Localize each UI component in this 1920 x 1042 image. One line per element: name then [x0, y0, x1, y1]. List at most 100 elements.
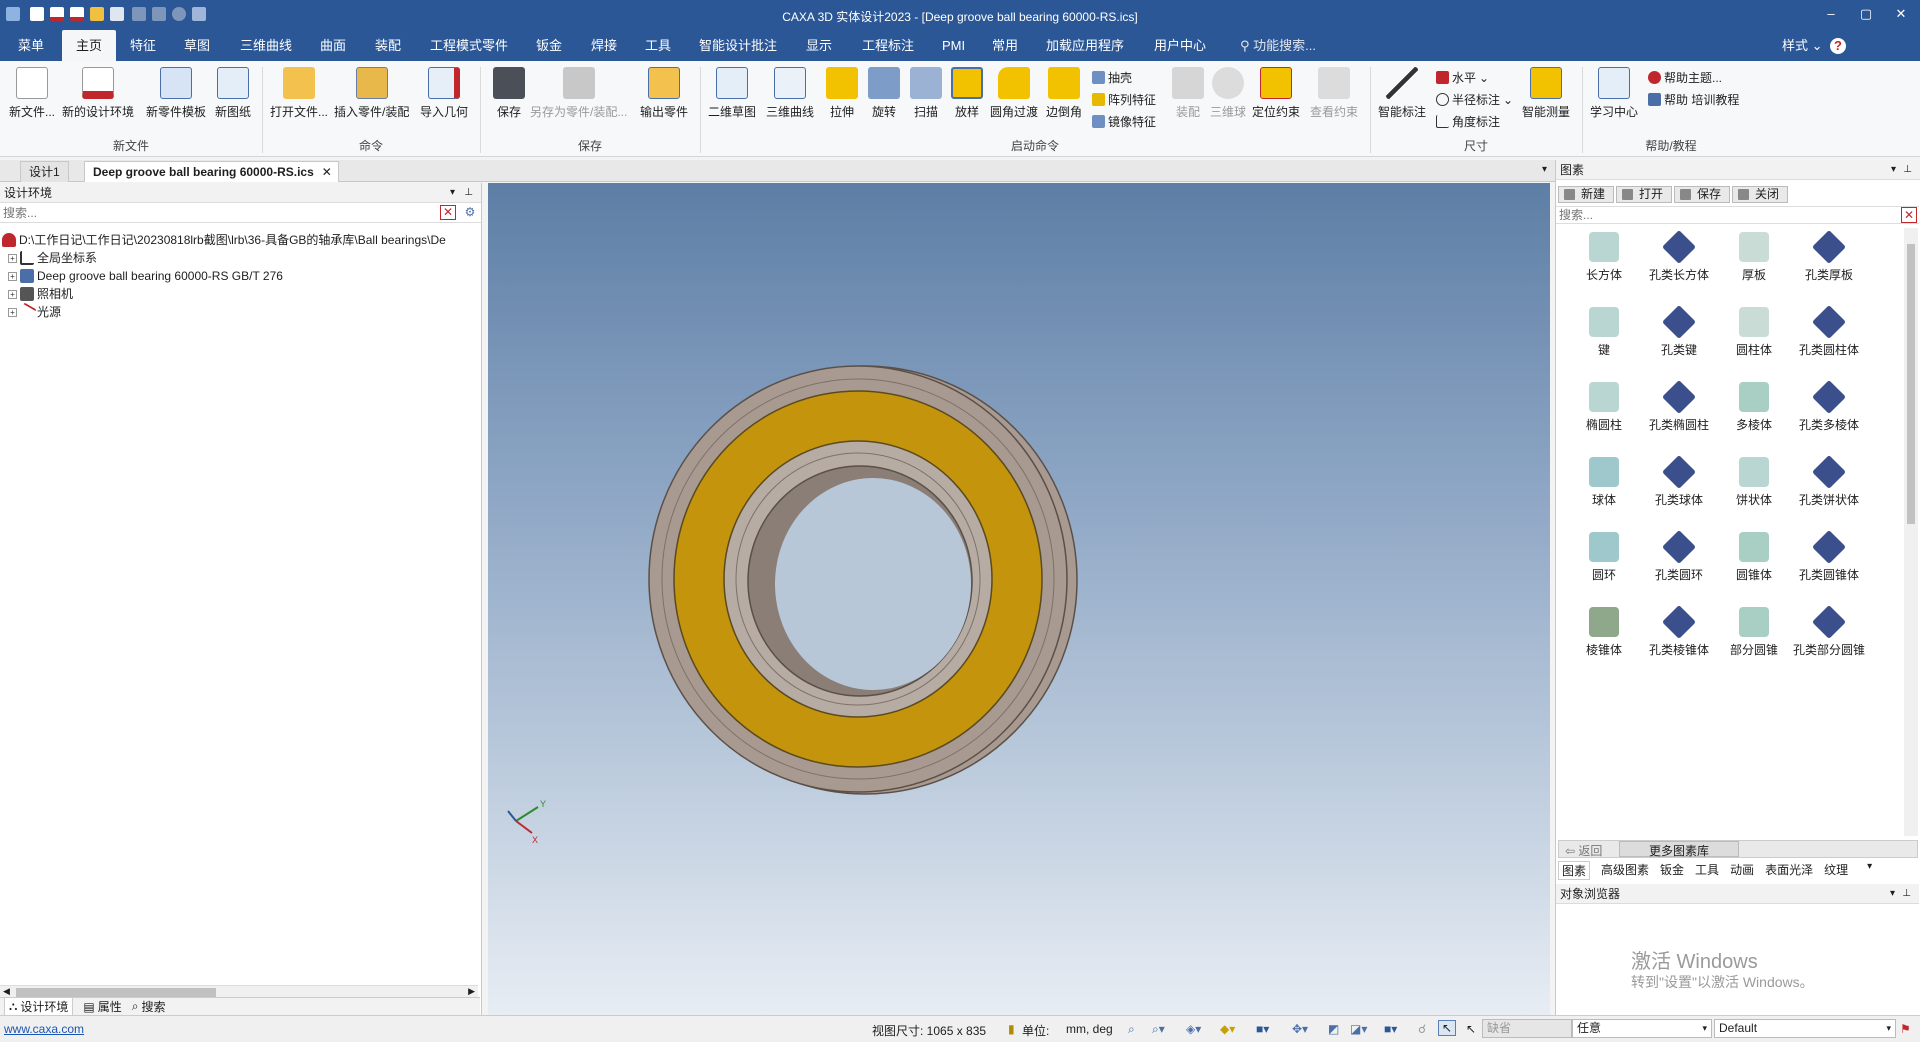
save-button[interactable]: 保存 — [493, 67, 525, 120]
doc-tab-design1[interactable]: 设计1 — [20, 161, 69, 182]
shading-icon[interactable]: ■▾ — [1384, 1022, 1397, 1036]
scroll-left-icon[interactable]: ◀ — [3, 986, 10, 997]
extrude-button[interactable]: 拉伸 — [826, 67, 858, 120]
view-constraint-button[interactable]: 查看约束 — [1310, 67, 1358, 120]
tab-sketch[interactable]: 草图 — [184, 30, 210, 61]
library-item[interactable]: 圆锥体 — [1718, 532, 1790, 583]
lib-close-button[interactable]: 关闭 — [1732, 186, 1789, 203]
lib-tab-tools[interactable]: 工具 — [1695, 861, 1719, 880]
tree-item-camera[interactable]: + 照相机 — [8, 285, 73, 303]
status-extra-icon[interactable]: ⚑ — [1900, 1022, 1911, 1036]
shell-button[interactable]: 抽壳 — [1092, 69, 1132, 86]
chamfer-button[interactable]: 边倒角 — [1046, 67, 1082, 120]
new-part-template-button[interactable]: 新零件模板 — [146, 67, 206, 120]
pan-icon[interactable]: ◆▾ — [1220, 1022, 1235, 1036]
library-item[interactable]: 部分圆锥 — [1718, 607, 1790, 658]
position-constraint-button[interactable]: 定位约束 — [1252, 67, 1300, 120]
expand-icon[interactable]: + — [8, 253, 17, 263]
expand-icon[interactable]: + — [8, 271, 17, 281]
library-scrollbar[interactable] — [1904, 228, 1918, 836]
lib-tab-animation[interactable]: 动画 — [1730, 861, 1754, 880]
help-topics-button[interactable]: 帮助主题... — [1648, 69, 1722, 86]
library-item[interactable]: 键 — [1568, 307, 1640, 358]
lib-tab-texture[interactable]: 纹理 — [1824, 861, 1848, 880]
function-search[interactable]: ⚲ 功能搜索... — [1240, 30, 1316, 61]
tab-sheet-metal[interactable]: 钣金 — [536, 30, 562, 61]
insert-part-button[interactable]: 插入零件/装配 — [334, 67, 409, 120]
render-mode-icon[interactable]: ■▾ — [1256, 1022, 1269, 1036]
tree-item-bearing[interactable]: + Deep groove ball bearing 60000-RS GB/T… — [8, 267, 283, 285]
library-item[interactable]: 圆柱体 — [1718, 307, 1790, 358]
bearing-model[interactable] — [648, 365, 1078, 795]
clear-search-icon[interactable]: ✕ — [1901, 207, 1917, 223]
library-item[interactable]: 球体 — [1568, 457, 1640, 508]
fillet-button[interactable]: 圆角过渡 — [990, 67, 1038, 120]
tree-search-input[interactable] — [0, 203, 420, 222]
caxa-link[interactable]: www.caxa.com — [4, 1022, 84, 1036]
library-item[interactable]: 孔类圆柱体 — [1793, 305, 1865, 358]
lib-tab-menu-icon[interactable]: ▾ — [1867, 861, 1872, 880]
angle-dim-button[interactable]: 角度标注 — [1436, 113, 1500, 130]
section-icon[interactable]: ◩ — [1328, 1022, 1339, 1036]
tab-smart-design[interactable]: 智能设计批注 — [699, 30, 777, 61]
library-item[interactable]: 长方体 — [1568, 232, 1640, 283]
tab-engineering-part[interactable]: 工程模式零件 — [430, 30, 508, 61]
sweep-button[interactable]: 扫描 — [910, 67, 942, 120]
pointer-icon[interactable]: ↖ — [1466, 1022, 1476, 1036]
tab-addins[interactable]: 加载应用程序 — [1046, 30, 1124, 61]
pattern-button[interactable]: 阵列特征 — [1092, 91, 1156, 108]
scroll-right-icon[interactable]: ▶ — [468, 986, 475, 997]
library-item[interactable]: 孔类球体 — [1643, 455, 1715, 508]
library-item[interactable]: 孔类部分圆锥 — [1793, 605, 1865, 658]
filter-default-field[interactable]: 缺省 — [1482, 1019, 1572, 1038]
lib-tab-elements[interactable]: 图素 — [1558, 861, 1591, 880]
library-item[interactable]: 孔类棱锥体 — [1643, 605, 1715, 658]
tab-search[interactable]: ⌕ 搜索 — [132, 998, 166, 1015]
mirror-button[interactable]: 镜像特征 — [1092, 113, 1156, 130]
view-orient-icon[interactable]: ◈▾ — [1186, 1022, 1201, 1036]
revolve-button[interactable]: 旋转 — [868, 67, 900, 120]
library-item[interactable]: 孔类键 — [1643, 305, 1715, 358]
tab-3d-curve[interactable]: 三维曲线 — [240, 30, 292, 61]
tree-item-global-coords[interactable]: + 全局坐标系 — [8, 249, 97, 267]
import-geometry-button[interactable]: 导入几何 — [420, 67, 468, 120]
library-item[interactable]: 孔类圆环 — [1643, 530, 1715, 583]
lib-new-button[interactable]: 新建 — [1558, 186, 1615, 203]
tab-welding[interactable]: 焊接 — [591, 30, 617, 61]
tab-menu[interactable]: 菜单 — [18, 30, 44, 61]
close-tab-icon[interactable]: ✕ — [322, 162, 332, 182]
library-item[interactable]: 椭圆柱 — [1568, 382, 1640, 433]
save-as-part-button[interactable]: 另存为零件/装配... — [530, 67, 627, 120]
tab-home[interactable]: 主页 — [62, 30, 117, 61]
search-options-icon[interactable]: ⚙ — [462, 205, 478, 220]
export-part-button[interactable]: 输出零件 — [640, 67, 688, 120]
open-file-button[interactable]: 打开文件... — [270, 67, 328, 120]
horizontal-dim-button[interactable]: 水平 ⌄ — [1436, 69, 1489, 86]
pin-icon[interactable]: ⊥ — [1903, 160, 1912, 180]
new-file-button[interactable]: 新文件... — [9, 67, 55, 120]
tab-dropdown-icon[interactable]: ▾ — [1542, 164, 1547, 175]
clear-search-icon[interactable]: ✕ — [440, 205, 456, 220]
tab-tools[interactable]: 工具 — [645, 30, 671, 61]
lib-save-button[interactable]: 保存 — [1674, 186, 1731, 203]
tab-display[interactable]: 显示 — [806, 30, 832, 61]
more-library-button[interactable]: 更多图素库 — [1619, 841, 1739, 858]
curve-3d-button[interactable]: 三维曲线 — [766, 67, 814, 120]
tree-item-light[interactable]: + 光源 — [8, 302, 61, 322]
panel-menu-icon[interactable]: ▾ — [1891, 160, 1896, 180]
tab-features[interactable]: 特征 — [130, 30, 156, 61]
tree-root[interactable]: D:\工作日记\工作日记\20230818lrb截图\lrb\36-具备GB的轴… — [2, 231, 478, 249]
new-drawing-button[interactable]: 新图纸 — [215, 67, 251, 120]
minimize-button[interactable]: – — [1816, 6, 1846, 21]
zoom-window-icon[interactable]: ⌕▾ — [1152, 1022, 1165, 1037]
library-item[interactable]: 多棱体 — [1718, 382, 1790, 433]
lib-tab-sheet-metal[interactable]: 钣金 — [1660, 861, 1684, 880]
view-tools-icon[interactable]: ✥▾ — [1292, 1022, 1308, 1036]
zoom-icon[interactable]: ⌕ — [1128, 1022, 1135, 1037]
pin-icon[interactable]: ⊥ — [1902, 884, 1911, 904]
tab-pmi[interactable]: PMI — [942, 30, 965, 61]
3d-viewport[interactable]: Y X — [488, 183, 1550, 1015]
sketch-2d-button[interactable]: 二维草图 — [708, 67, 756, 120]
display-icon[interactable]: ◪▾ — [1350, 1022, 1367, 1036]
doc-tab-bearing[interactable]: Deep groove ball bearing 60000-RS.ics ✕ — [84, 161, 339, 182]
